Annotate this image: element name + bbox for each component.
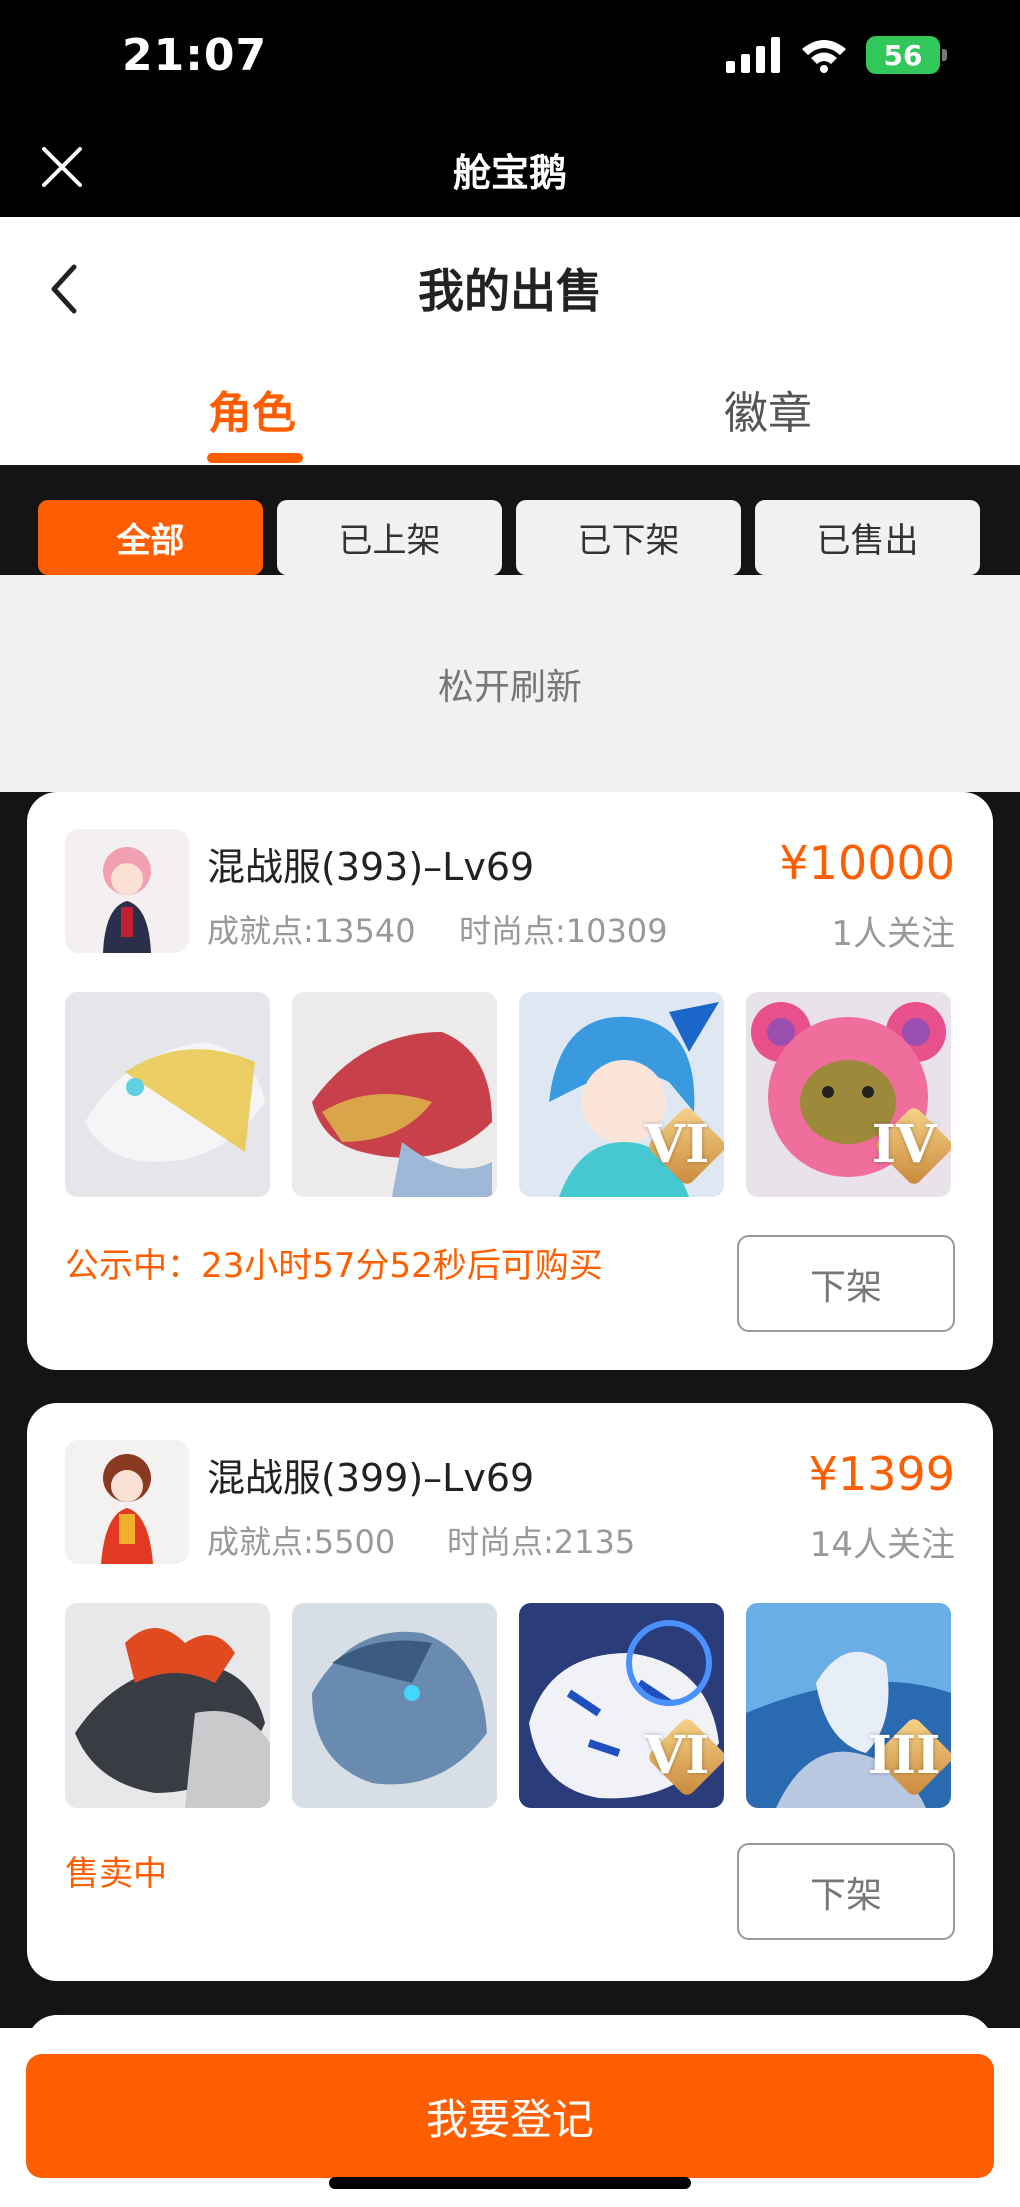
white-tiger-mount-icon[interactable]: VI (519, 1603, 724, 1808)
achievement-points: 成就点:5500 (207, 1523, 396, 1561)
signal-icon (726, 37, 780, 73)
status-time: 21:07 (122, 30, 268, 81)
filter-sold[interactable]: 已售出 (755, 500, 980, 575)
listing-card[interactable]: 混战服(393)–Lv69 成就点:13540 时尚点:10309 ¥10000… (27, 792, 993, 1370)
black-dragon-mount-icon[interactable] (65, 1603, 270, 1808)
character-name: 混战服(393)–Lv69 (207, 845, 535, 889)
fashion-points: 时尚点:2135 (447, 1523, 636, 1561)
delist-button[interactable]: 下架 (737, 1235, 955, 1332)
tab-active-indicator (207, 453, 303, 463)
fashion-points: 时尚点:10309 (459, 912, 668, 950)
pull-refresh-area: 松开刷新 (0, 575, 1020, 792)
home-indicator (329, 2177, 691, 2189)
price: ¥1399 (808, 1447, 955, 1501)
page-header: 我的出售 角色 徽章 (0, 217, 1020, 465)
listing-card[interactable]: 混战服(399)–Lv69 成就点:5500 时尚点:2135 ¥1399 14… (27, 1403, 993, 1981)
status-icons: 56 (726, 36, 947, 74)
tier-label: VI (644, 1114, 710, 1175)
filter-all[interactable]: 全部 (38, 500, 263, 575)
red-dragon-mount-icon[interactable] (292, 992, 497, 1197)
delist-button[interactable]: 下架 (737, 1843, 955, 1940)
listing-status: 售卖中 (65, 1854, 167, 1894)
battery-level: 56 (883, 38, 923, 72)
ice-knight-character-icon[interactable]: III (746, 1603, 951, 1808)
pink-bear-costume-icon[interactable]: IV (746, 992, 951, 1197)
blue-hair-character-icon[interactable]: VI (519, 992, 724, 1197)
filter-listed[interactable]: 已上架 (277, 500, 502, 575)
tier-label: III (867, 1725, 941, 1786)
character-avatar (65, 829, 189, 953)
blue-horse-mount-icon[interactable] (292, 1603, 497, 1808)
achievement-points: 成就点:13540 (207, 912, 416, 950)
wifi-icon (802, 40, 846, 73)
followers-count: 1人关注 (831, 914, 955, 954)
app-header: 舱宝鹅 (0, 120, 1020, 217)
white-gold-dragon-mount-icon[interactable] (65, 992, 270, 1197)
tab-role[interactable]: 角色 (208, 377, 296, 441)
item-thumbnails: VI IV (65, 992, 951, 1197)
refresh-text: 松开刷新 (437, 666, 582, 708)
battery-icon: 56 (866, 36, 947, 74)
register-button[interactable]: 我要登记 (26, 2054, 994, 2178)
listing-status: 公示中：23小时57分52秒后可购买 (65, 1246, 603, 1286)
character-name: 混战服(399)–Lv69 (207, 1456, 535, 1500)
page-title: 我的出售 (418, 264, 602, 318)
character-avatar (65, 1440, 189, 1564)
filter-delisted[interactable]: 已下架 (516, 500, 741, 575)
app-title: 舱宝鹅 (452, 151, 567, 195)
tier-label: IV (871, 1114, 937, 1175)
item-thumbnails: VI III (65, 1603, 951, 1808)
filter-row: 全部 已上架 已下架 已售出 (38, 500, 980, 575)
followers-count: 14人关注 (809, 1525, 955, 1565)
tab-badge[interactable]: 徽章 (724, 377, 812, 441)
tier-label: VI (644, 1725, 710, 1786)
status-bar: 21:07 56 (0, 0, 1020, 120)
price: ¥10000 (779, 836, 955, 890)
